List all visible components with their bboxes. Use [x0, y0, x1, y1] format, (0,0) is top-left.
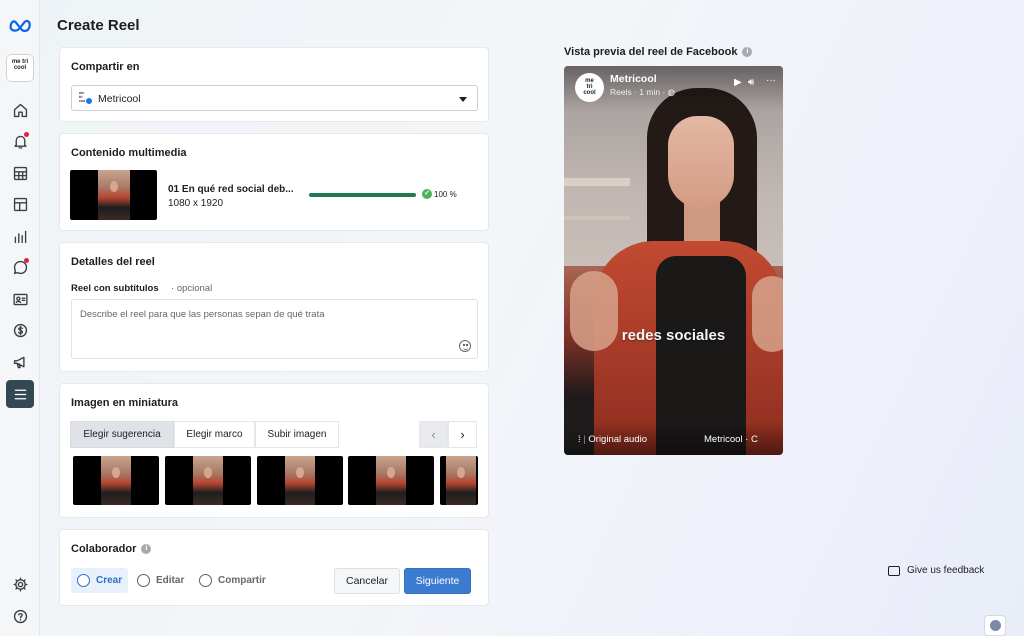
thumbnail-option[interactable] [348, 456, 434, 505]
chevron-left-icon[interactable]: ‹ [419, 421, 448, 448]
check-icon: ✓ [422, 189, 432, 199]
gear-icon[interactable] [8, 572, 32, 596]
preview-meta: Reels · 1 min · ◍ [610, 87, 675, 98]
feedback-label: Give us feedback [907, 565, 985, 576]
reel-preview[interactable]: me tri cool Metricool Reels · 1 min · ◍ ▶ … [564, 66, 783, 455]
next-button[interactable]: Siguiente [404, 568, 471, 594]
facebook-icon [85, 97, 93, 105]
account-logo[interactable]: me tri cool [6, 54, 34, 82]
media-heading: Contenido multimedia [71, 147, 187, 159]
page-title: Create Reel [57, 17, 140, 34]
step-editar[interactable]: Editar [137, 568, 184, 593]
preview-caption: redes sociales [621, 327, 726, 344]
account-select-value: Metricool [98, 93, 141, 105]
bell-icon[interactable] [8, 129, 32, 153]
account-select[interactable]: me tri cool Metricool [71, 85, 478, 111]
home-icon[interactable] [8, 98, 32, 122]
preview-audio-owner: Metricool · C [704, 434, 758, 445]
table-icon[interactable] [8, 161, 32, 185]
tab-suggestion[interactable]: Elegir sugerencia [70, 421, 174, 448]
step-compartir[interactable]: Compartir [199, 568, 266, 593]
cancel-button[interactable]: Cancelar [334, 568, 400, 594]
chevron-right-icon[interactable]: › [448, 421, 477, 448]
upload-progress-label: 100 % [434, 190, 457, 199]
bar-chart-icon[interactable] [8, 224, 32, 248]
chevron-down-icon [459, 97, 467, 102]
step-label: Crear [96, 575, 123, 586]
preview-audio-label: Original audio [588, 434, 648, 445]
tab-upload-image[interactable]: Subir imagen [255, 421, 339, 448]
volume-icon[interactable]: 🔊︎ [748, 77, 754, 88]
preview-person-face [668, 116, 734, 208]
preview-shelf [564, 178, 630, 186]
media-card: Contenido multimedia 01 En qué red socia… [59, 133, 489, 231]
preview-avatar: me tri cool [575, 73, 604, 102]
play-icon[interactable]: ▶ [734, 77, 742, 88]
preview-title: Vista previa del reel de Facebook i [564, 46, 753, 58]
preview-meta-text: Reels · 1 min · [610, 87, 666, 97]
media-file-name: 01 En qué red social deb... [168, 184, 294, 195]
share-card: Compartir en me tri cool Metricool [59, 47, 489, 122]
feedback-icon [888, 565, 900, 576]
preview-title-text: Vista previa del reel de Facebook [564, 46, 738, 58]
details-card: Detalles del reel Reel con subtítulos · … [59, 242, 489, 372]
help-icon[interactable] [8, 604, 32, 628]
notification-badge [24, 258, 29, 263]
preview-shelf [564, 216, 630, 220]
notification-badge [24, 132, 29, 137]
dollar-icon[interactable] [8, 318, 32, 342]
preview-page-name: Metricool [610, 73, 657, 85]
menu-icon[interactable] [6, 380, 34, 408]
more-options-icon[interactable]: ··· [766, 75, 776, 86]
info-icon[interactable]: i [742, 47, 753, 58]
megaphone-icon[interactable] [8, 350, 32, 374]
collaborator-heading-text: Colaborador [71, 543, 137, 555]
thumbnail-card: Imagen en miniatura Elegir sugerencia El… [59, 383, 489, 518]
audio-divider: | [583, 434, 586, 445]
collaborator-heading: Colaborador i [71, 543, 152, 555]
account-logo-text: me tri cool [11, 59, 29, 71]
caption-textarea[interactable]: Describe el reel para que las personas s… [71, 299, 478, 359]
emoji-icon[interactable] [459, 340, 471, 352]
preview-audio: ⁞ | Original audio [578, 434, 647, 445]
caption-placeholder: Describe el reel para que las personas s… [80, 309, 325, 320]
thumbnail-option[interactable] [440, 456, 478, 505]
caption-label: Reel con subtítulos [71, 283, 159, 294]
media-thumbnail [70, 170, 157, 220]
media-dimensions: 1080 x 1920 [168, 198, 224, 209]
upload-progress-bar [309, 193, 416, 197]
step-circle-icon [77, 574, 90, 587]
globe-icon[interactable] [984, 615, 1006, 636]
thumbnail-option[interactable] [165, 456, 251, 505]
sidebar: me tri cool [0, 0, 40, 636]
optional-text: opcional [176, 283, 213, 294]
contact-card-icon[interactable] [8, 287, 32, 311]
thumbnail-option[interactable] [257, 456, 343, 505]
action-bar: Crear Editar Compartir Cancelar Siguient… [59, 556, 489, 606]
tab-choose-frame[interactable]: Elegir marco [174, 421, 255, 448]
step-crear[interactable]: Crear [71, 568, 129, 593]
upload-progress-fill [309, 193, 416, 197]
thumbnail-heading: Imagen en miniatura [71, 397, 178, 409]
share-heading: Compartir en [71, 61, 140, 73]
caption-optional-label: · opcional [171, 283, 213, 294]
pages-icon[interactable] [8, 192, 32, 216]
globe-icon: ◍ [667, 87, 676, 97]
step-circle-icon [199, 574, 212, 587]
chat-icon[interactable] [8, 255, 32, 279]
step-label: Compartir [218, 575, 266, 586]
step-label: Editar [156, 575, 185, 586]
thumbnail-option[interactable] [73, 456, 159, 505]
details-heading: Detalles del reel [71, 256, 155, 268]
feedback-link[interactable]: Give us feedback [888, 565, 984, 576]
step-circle-icon [137, 574, 150, 587]
info-icon[interactable]: i [141, 544, 152, 555]
meta-logo[interactable] [8, 15, 34, 35]
audio-icon: ⁞ [578, 434, 581, 445]
